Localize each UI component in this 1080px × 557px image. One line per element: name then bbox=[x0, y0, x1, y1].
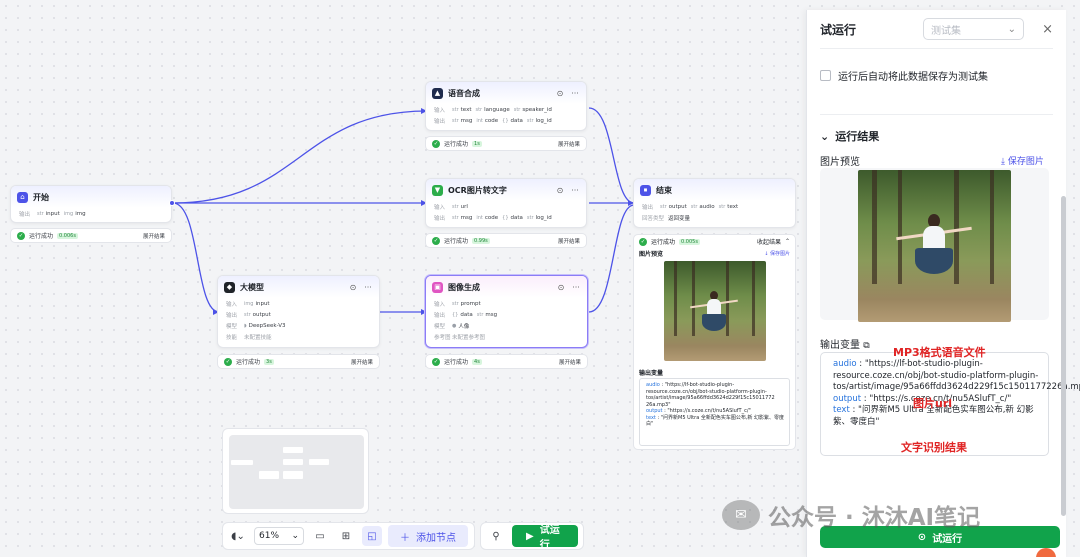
success-check-icon: ✓ bbox=[639, 237, 647, 246]
image-preview bbox=[820, 168, 1049, 322]
mouse-mode-icon[interactable]: ◖⌄ bbox=[228, 526, 248, 546]
more-icon[interactable]: ··· bbox=[570, 186, 580, 195]
expand-result-link[interactable]: 展开结果 bbox=[351, 358, 373, 366]
add-node-button[interactable]: ＋添加节点 bbox=[388, 525, 468, 547]
chevron-up-icon[interactable]: ⌃ bbox=[785, 238, 790, 245]
edge-start-llm bbox=[172, 202, 220, 313]
panel-title: 试运行 bbox=[820, 22, 857, 37]
test-run-panel: 试运行 测试集 ⌄ × 运行后自动将此数据保存为测试集 ⌄ 运行结果 图片预览 ⤓ … bbox=[806, 10, 1080, 557]
sound-wave-icon: ▲ bbox=[432, 87, 443, 99]
ocr-run-status[interactable]: ✓ 运行成功 0.99s 展开结果 bbox=[425, 233, 587, 248]
whale-icon: ◗ bbox=[244, 322, 247, 329]
download-icon: ⤓ bbox=[1001, 157, 1005, 167]
model-icon: ◆ bbox=[224, 281, 235, 293]
image-text-icon: ▼ bbox=[432, 184, 443, 196]
download-icon: ↓ bbox=[764, 250, 769, 257]
annotation-ocr: 文字识别结果 bbox=[901, 441, 967, 454]
watermark: ✉ 公众号 · 沐沐AI笔记 bbox=[722, 498, 980, 532]
run-results-header[interactable]: ⌄ 运行结果 bbox=[820, 128, 879, 144]
portrait-icon: ● bbox=[452, 322, 457, 329]
expand-result-link[interactable]: 展开结果 bbox=[558, 140, 580, 148]
zoom-select[interactable]: 61% ⌄ bbox=[254, 527, 304, 545]
canvas-toolbar: ◖⌄ 61% ⌄ ▭ ⊞ ◱ ＋添加节点 bbox=[222, 522, 475, 550]
success-check-icon: ✓ bbox=[432, 139, 440, 148]
success-check-icon: ✓ bbox=[17, 231, 25, 240]
debug-tools-icon[interactable]: ⚲ bbox=[486, 526, 506, 546]
more-icon[interactable]: ··· bbox=[570, 89, 580, 98]
layout-icon[interactable]: ⊞ bbox=[336, 526, 356, 546]
start-run-status[interactable]: ✓ 运行成功 0.006s 展开结果 bbox=[10, 228, 172, 243]
workflow-canvas[interactable]: ⌂ 开始 输出 str input img img ✓ 运行成功 0.006s 展开… bbox=[0, 0, 806, 557]
save-testset-checkbox[interactable] bbox=[820, 70, 831, 81]
home-icon: ⌂ bbox=[17, 191, 28, 203]
minimap-toggle-icon[interactable]: ◱ bbox=[362, 526, 382, 546]
llm-run-status[interactable]: ✓ 运行成功 3s 展开结果 bbox=[217, 354, 380, 369]
run-toolbar: ⚲ ▶ 试运行 bbox=[480, 522, 584, 551]
image-icon: ▣ bbox=[432, 281, 443, 293]
save-as-testset-option[interactable]: 运行后自动将此数据保存为测试集 bbox=[820, 68, 988, 83]
plus-icon: ＋ bbox=[400, 532, 410, 544]
debug-icon[interactable]: ⊙ bbox=[555, 89, 565, 98]
end-node[interactable]: ⏹ 结束 输出 str output str audio str text 回答类型 … bbox=[633, 178, 796, 228]
edge-imggen-end bbox=[588, 204, 635, 313]
success-check-icon: ✓ bbox=[224, 357, 232, 366]
success-check-icon: ✓ bbox=[432, 357, 440, 366]
comment-icon[interactable]: ▭ bbox=[310, 526, 330, 546]
save-image-link[interactable]: ↓ 保存图片 bbox=[764, 250, 790, 257]
canvas-run-button[interactable]: ▶ 试运行 bbox=[512, 525, 578, 551]
chevron-down-icon: ⌄ bbox=[820, 129, 830, 143]
edge-tts-end bbox=[588, 107, 635, 204]
chevron-down-icon: ⌄ bbox=[291, 531, 299, 541]
start-out-handle[interactable] bbox=[169, 200, 175, 206]
minimap[interactable] bbox=[222, 428, 369, 514]
success-check-icon: ✓ bbox=[432, 236, 440, 245]
image-gen-run-status[interactable]: ✓ 运行成功 4s 展开结果 bbox=[425, 354, 588, 369]
debug-icon[interactable]: ⊙ bbox=[348, 283, 358, 292]
more-icon[interactable]: ··· bbox=[571, 283, 581, 292]
start-node-header: ⌂ 开始 bbox=[11, 186, 171, 208]
llm-node[interactable]: ◆ 大模型 ⊙ ··· 输入 img input 输出 str output 模型 … bbox=[217, 275, 380, 348]
flag-icon: ⏹ bbox=[640, 184, 651, 196]
play-icon: ▶ bbox=[526, 530, 534, 542]
more-icon[interactable]: ··· bbox=[363, 283, 373, 292]
close-icon[interactable]: × bbox=[1042, 22, 1053, 37]
play-circle-icon: ⊙ bbox=[917, 531, 927, 543]
panel-scrollbar[interactable] bbox=[1061, 196, 1066, 516]
debug-icon[interactable]: ⊙ bbox=[555, 186, 565, 195]
debug-icon[interactable]: ⊙ bbox=[556, 283, 566, 292]
start-node[interactable]: ⌂ 开始 输出 str input img img bbox=[10, 185, 172, 223]
preview-photo bbox=[858, 170, 1011, 322]
image-gen-node[interactable]: ▣ 图像生成 ⊙ ··· 输入 str prompt 输出 {} data str m… bbox=[425, 275, 588, 348]
expand-result-link[interactable]: 展开结果 bbox=[559, 358, 581, 366]
end-output-variables: audio : "https://lf-bot-studio-plugin-re… bbox=[639, 378, 790, 446]
node-title: 开始 bbox=[33, 192, 49, 202]
save-image-button[interactable]: ⤓ 保存图片 bbox=[1001, 154, 1044, 167]
end-preview-image bbox=[664, 261, 766, 361]
start-output-row: 输出 str input img img bbox=[19, 210, 86, 218]
edge-start-tts bbox=[172, 110, 428, 204]
ocr-node[interactable]: ▼ OCR图片转文字 ⊙ ··· 输入 str url 输出 str msg int… bbox=[425, 178, 587, 228]
wechat-icon: ✉ bbox=[722, 500, 760, 530]
expand-result-link[interactable]: 展开结果 bbox=[143, 232, 165, 240]
annotation-url: 图片url bbox=[913, 397, 953, 410]
collapse-result-link[interactable]: 收起结果 bbox=[757, 237, 781, 246]
testset-select[interactable]: 测试集 ⌄ bbox=[923, 18, 1025, 40]
chevron-down-icon: ⌄ bbox=[1007, 23, 1017, 35]
tts-run-status[interactable]: ✓ 运行成功 1s 展开结果 bbox=[425, 136, 587, 151]
expand-result-link[interactable]: 展开结果 bbox=[558, 237, 580, 245]
annotation-mp3: MP3格式语音文件 bbox=[893, 346, 986, 359]
tts-node[interactable]: ▲ 语音合成 ⊙ ··· 输入 str text str language str s… bbox=[425, 81, 587, 131]
copy-icon[interactable]: ⧉ bbox=[863, 341, 869, 351]
